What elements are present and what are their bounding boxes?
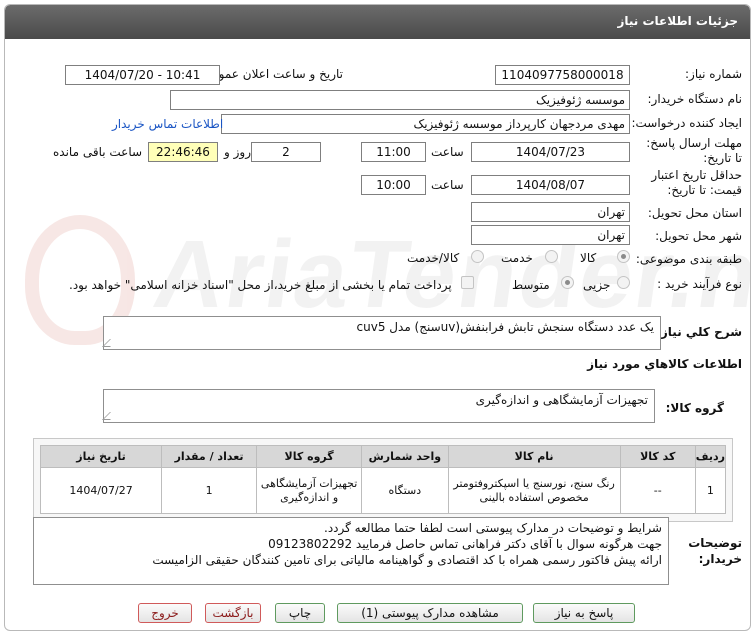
deadline-days: 2: [251, 142, 321, 162]
city-value: تهران: [471, 225, 630, 245]
announce-value: 1404/07/20 - 10:41: [65, 65, 220, 85]
col-date: تاریخ نیاز: [39, 445, 163, 468]
cell-date: 1404/07/27: [39, 467, 163, 514]
buyer-value: موسسه ژئوفیزیک: [170, 90, 630, 110]
province-value: تهران: [471, 202, 630, 222]
resize-grip-icon[interactable]: [102, 339, 118, 347]
back-button[interactable]: بازگشت: [205, 603, 261, 623]
title-bar: جزئیات اطلاعات نیاز: [5, 5, 750, 39]
deadline-time-label: ساعت: [431, 145, 464, 159]
exit-button[interactable]: خروج: [138, 603, 192, 623]
validity-date: 1404/08/07: [471, 175, 630, 195]
category-option-goods: کالا: [580, 251, 597, 265]
col-group: گروه کالا: [256, 445, 363, 468]
cell-name: رنگ سنج، نورسنج یا اسپکتروفتومتر مخصوص ا…: [447, 467, 621, 514]
deadline-time: 11:00: [361, 142, 426, 162]
page-title: جزئیات اطلاعات نیاز: [617, 14, 738, 28]
process-option-medium: متوسط: [512, 278, 550, 292]
table-header-row: ردیف کد کالا نام کالا واحد شمارش گروه کا…: [39, 445, 727, 468]
buyer-notes-label: توضیحات خریدار:: [688, 536, 742, 566]
city-label: شهر محل تحویل:: [655, 229, 742, 243]
validity-time: 10:00: [361, 175, 426, 195]
buyer-notes-line: شرایط و توضیحات در مدارک پیوستی است لطفا…: [324, 521, 662, 535]
buyer-label: نام دستگاه خریدار:: [647, 92, 743, 106]
remaining-time: 22:46:46: [148, 142, 218, 162]
buyer-contact-link[interactable]: اطلاعات تماس خریدار: [112, 117, 223, 131]
province-label: استان محل تحویل:: [647, 206, 742, 220]
need-details-window: جزئیات اطلاعات نیاز AriaTender.neT شماره…: [4, 4, 751, 631]
buyer-notes-box: شرایط و توضیحات در مدارک پیوستی است لطفا…: [33, 517, 669, 585]
category-option-goods-service: کالا/خدمت: [407, 251, 460, 265]
creator-label: ایجاد کننده درخواست:: [631, 116, 742, 130]
goods-table: ردیف کد کالا نام کالا واحد شمارش گروه کا…: [39, 445, 727, 514]
goods-info-heading: اطلاعات کالاهاي مورد نياز: [587, 357, 742, 371]
col-code: کد کالا: [619, 445, 696, 468]
resize-grip-icon[interactable]: [102, 412, 118, 420]
buyer-notes-line: ارائه پیش فاکتور رسمی همراه با کد اقتصاد…: [152, 553, 662, 567]
col-qty: تعداد / مقدار: [161, 445, 258, 468]
goods-group-text: تجهیزات آزمایشگاهی و اندازه‌گیری: [475, 393, 648, 407]
process-radio-minor[interactable]: [617, 276, 630, 289]
remaining-label: ساعت باقی مانده: [53, 145, 143, 159]
creator-value: مهدی مردجهان کارپرداز موسسه ژئوفیزیک: [221, 114, 630, 134]
buyer-notes-line: جهت هرگونه سوال با آقای دکتر فراهانی تما…: [268, 537, 662, 551]
deadline-date: 1404/07/23: [471, 142, 630, 162]
treasury-payment-note: پرداخت تمام یا بخشی از مبلغ خرید،از محل …: [69, 278, 452, 292]
validity-time-label: ساعت: [431, 178, 464, 192]
col-name: نام کالا: [447, 445, 621, 468]
category-radio-service[interactable]: [545, 250, 558, 263]
need-desc-text: یک عدد دستگاه سنجش تابش فرابنفش(uvسنج) م…: [356, 320, 654, 334]
goods-group-label: گروه کالا:: [665, 401, 724, 415]
cell-qty: 1: [161, 467, 258, 514]
deadline-label: مهلت ارسال پاسخ: تا تاریخ:: [646, 136, 742, 165]
cell-row: 1: [694, 467, 727, 514]
validity-label: حداقل تاریخ اعتبار قیمت: تا تاریخ:: [651, 168, 742, 197]
need-desc-label: شرح کلي نياز:: [656, 325, 742, 339]
need-desc-textarea[interactable]: یک عدد دستگاه سنجش تابش فرابنفش(uvسنج) م…: [102, 316, 661, 350]
goods-group-textarea[interactable]: تجهیزات آزمایشگاهی و اندازه‌گیری: [102, 389, 655, 423]
goods-table-container: ردیف کد کالا نام کالا واحد شمارش گروه کا…: [33, 438, 733, 522]
cell-group: تجهیزات آزمایشگاهی و اندازه‌گیری: [256, 467, 363, 514]
need-number-value: 1104097758000018: [495, 65, 630, 85]
need-number-label: شماره نیاز:: [685, 67, 742, 81]
process-label: نوع فرآیند خرید :: [657, 277, 742, 291]
process-option-minor: جزیی: [583, 278, 611, 292]
category-radio-goods-service[interactable]: [471, 250, 484, 263]
cell-code: --: [619, 467, 696, 514]
table-row: 1 -- رنگ سنج، نورسنج یا اسپکتروفتومتر مخ…: [39, 467, 727, 514]
print-button[interactable]: چاپ: [275, 603, 325, 623]
reply-button[interactable]: پاسخ به نیاز: [533, 603, 635, 623]
category-radio-goods[interactable]: [617, 250, 630, 263]
col-unit: واحد شمارش: [361, 445, 449, 468]
col-row: ردیف: [694, 445, 727, 468]
treasury-payment-checkbox[interactable]: [461, 276, 474, 289]
attachments-button[interactable]: مشاهده مدارک پیوستی (1): [337, 603, 523, 623]
deadline-days-label: روز و: [224, 145, 251, 159]
process-radio-medium[interactable]: [561, 276, 574, 289]
cell-unit: دستگاه: [361, 467, 449, 514]
category-label: طبقه بندی موضوعی:: [635, 252, 742, 266]
category-option-service: خدمت: [501, 251, 533, 265]
